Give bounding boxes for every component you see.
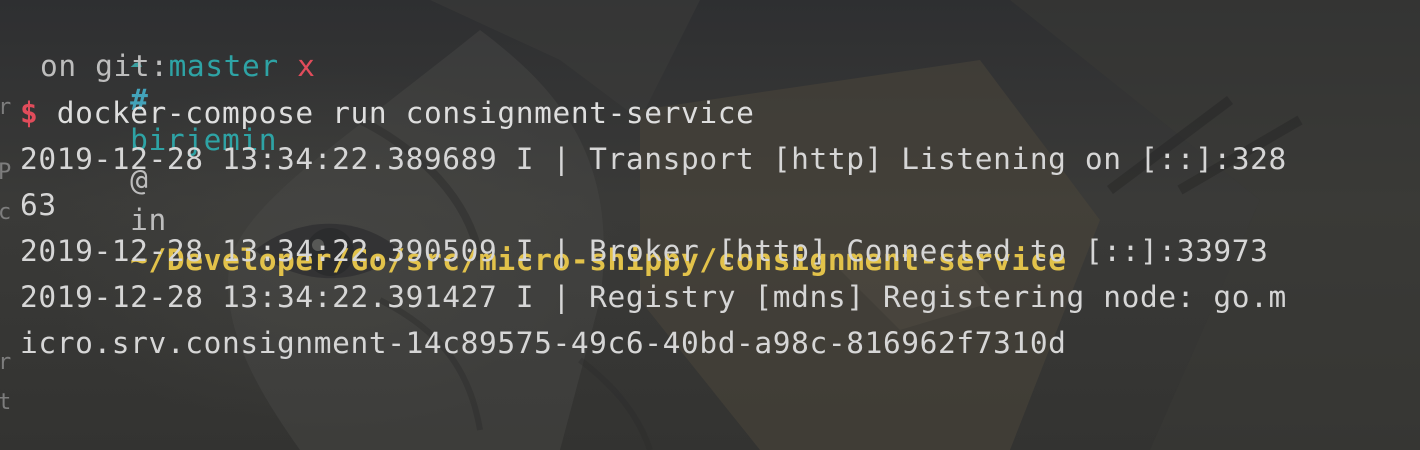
output-line: icro.srv.consignment-14c89575-49c6-40bd-… — [20, 326, 1067, 360]
git-status-line: on git:master x — [20, 40, 1287, 90]
git-branch: master — [168, 49, 279, 83]
prompt-on: on — [40, 49, 77, 83]
git-dirty-mark: x — [297, 49, 316, 83]
clipped-edge-glyph: r — [0, 350, 12, 375]
clipped-edge-glyph: r — [0, 95, 12, 120]
prompt-dollar: $ — [20, 96, 39, 130]
terminal-output: ☁ # birjemin @ in ~/Developer/Go/src/mic… — [20, 0, 1287, 366]
output-line: 2019-12-28 13:34:22.391427 I | Registry … — [20, 280, 1287, 314]
output-line: 2019-12-28 13:34:22.390509 I | Broker [h… — [20, 234, 1269, 268]
git-label: git: — [95, 49, 169, 83]
command-line[interactable]: $ docker-compose run consignment-service — [20, 90, 1287, 136]
clipped-edge-glyph: t — [0, 390, 12, 415]
output-line: 63 — [20, 188, 57, 222]
terminal-window[interactable]: r P c r t ☁ # birjemin @ in ~/Developer/… — [0, 0, 1420, 450]
clipped-edge-glyph: c — [0, 200, 12, 225]
command-text: docker-compose run consignment-service — [56, 96, 755, 130]
prompt-line: ☁ # birjemin @ in ~/Developer/Go/src/mic… — [20, 0, 1287, 277]
clipped-edge-glyph: P — [0, 160, 12, 185]
output-line: 2019-12-28 13:34:22.389689 I | Transport… — [20, 142, 1287, 176]
